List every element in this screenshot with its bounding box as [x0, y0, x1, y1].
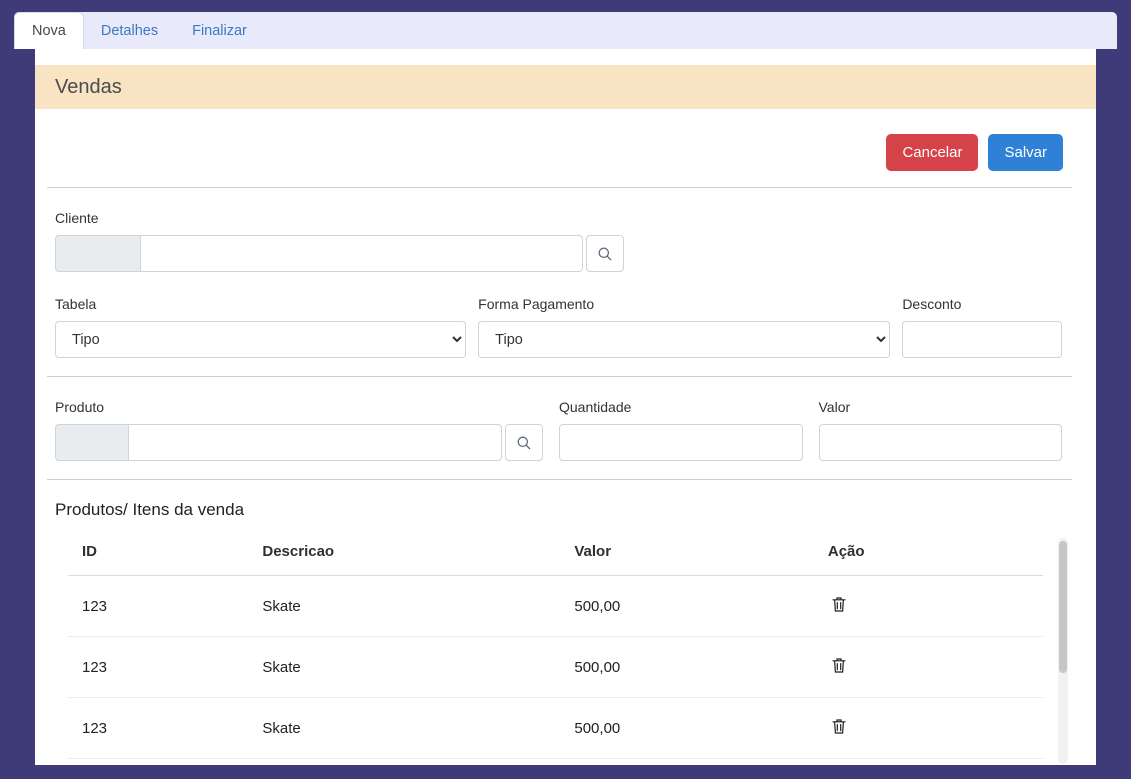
column-header-valor: Valor: [560, 528, 814, 576]
column-header-descricao: Descricao: [248, 528, 560, 576]
quantidade-input[interactable]: [559, 424, 803, 461]
produto-input-group: [55, 424, 543, 461]
cell-descricao: Skate: [248, 576, 560, 637]
cell-descricao: Skate: [248, 637, 560, 698]
cliente-label: Cliente: [55, 210, 1062, 226]
cancel-button[interactable]: Cancelar: [886, 134, 978, 171]
table-header-row: ID Descricao Valor Ação: [68, 528, 1043, 576]
tab-nova[interactable]: Nova: [14, 12, 84, 49]
trash-icon: [832, 596, 846, 612]
valor-input[interactable]: [819, 424, 1063, 461]
form-section-cliente: Cliente Tabela Tipo Forma Pagamen: [35, 188, 1096, 376]
forma-pagamento-field: Forma Pagamento Tipo: [478, 296, 890, 358]
items-table: ID Descricao Valor Ação 123 Skate 500,00: [68, 528, 1043, 759]
cell-acao: [814, 576, 1043, 637]
trash-icon: [832, 657, 846, 673]
divider: [47, 479, 1072, 480]
cliente-input-group: [55, 235, 624, 272]
table-row: 123 Skate 500,00: [68, 637, 1043, 698]
quantidade-field: Quantidade: [559, 399, 803, 461]
produto-field: Produto: [55, 399, 543, 461]
desconto-field: Desconto: [902, 296, 1062, 358]
scrollbar[interactable]: [1058, 538, 1068, 764]
cell-descricao: Skate: [248, 698, 560, 759]
produto-prefix: [55, 424, 128, 461]
tabela-label: Tabela: [55, 296, 466, 312]
desconto-label: Desconto: [902, 296, 1062, 312]
delete-button[interactable]: [832, 596, 846, 612]
items-table-body: 123 Skate 500,00 123 Skate 500,00: [68, 576, 1043, 759]
cell-valor: 500,00: [560, 576, 814, 637]
cell-valor: 500,00: [560, 637, 814, 698]
forma-pagamento-label: Forma Pagamento: [478, 296, 890, 312]
forma-pagamento-select[interactable]: Tipo: [478, 321, 890, 358]
quantidade-label: Quantidade: [559, 399, 803, 415]
produto-label: Produto: [55, 399, 543, 415]
valor-label: Valor: [819, 399, 1063, 415]
cell-acao: [814, 637, 1043, 698]
cell-acao: [814, 698, 1043, 759]
content-card: Vendas Cancelar Salvar Cliente Tabela: [35, 49, 1096, 765]
valor-field: Valor: [819, 399, 1063, 461]
page-header: Vendas: [35, 65, 1096, 109]
cell-id: 123: [68, 698, 248, 759]
action-buttons: Cancelar Salvar: [35, 109, 1096, 187]
form-section-produto: Produto Quantidade: [35, 377, 1096, 479]
save-button[interactable]: Salvar: [988, 134, 1063, 171]
cell-valor: 500,00: [560, 698, 814, 759]
form-row-pagamento: Tabela Tipo Forma Pagamento Tipo Descont…: [55, 296, 1062, 358]
produto-group: [55, 424, 502, 461]
cell-id: 123: [68, 637, 248, 698]
page-title: Vendas: [55, 76, 122, 99]
form-row-produto: Produto Quantidade: [55, 399, 1062, 461]
cell-id: 123: [68, 576, 248, 637]
tabela-field: Tabela Tipo: [55, 296, 466, 358]
trash-icon: [832, 718, 846, 734]
tab-finalizar[interactable]: Finalizar: [175, 12, 264, 49]
tab-bar: Nova Detalhes Finalizar: [14, 12, 1117, 49]
cliente-group: [55, 235, 583, 272]
search-icon: [516, 435, 532, 451]
column-header-acao: Ação: [814, 528, 1043, 576]
table-row: 123 Skate 500,00: [68, 576, 1043, 637]
cliente-search-button[interactable]: [586, 235, 624, 272]
produto-input[interactable]: [128, 424, 502, 461]
cliente-prefix: [55, 235, 140, 272]
desconto-input[interactable]: [902, 321, 1062, 358]
scrollbar-thumb[interactable]: [1059, 541, 1067, 673]
tab-detalhes[interactable]: Detalhes: [84, 12, 175, 49]
delete-button[interactable]: [832, 718, 846, 734]
tabela-select[interactable]: Tipo: [55, 321, 466, 358]
column-header-id: ID: [68, 528, 248, 576]
items-section-title: Produtos/ Itens da venda: [55, 500, 1062, 520]
delete-button[interactable]: [832, 657, 846, 673]
search-icon: [597, 246, 613, 262]
cliente-input[interactable]: [140, 235, 583, 272]
table-row: 123 Skate 500,00: [68, 698, 1043, 759]
produto-search-button[interactable]: [505, 424, 543, 461]
